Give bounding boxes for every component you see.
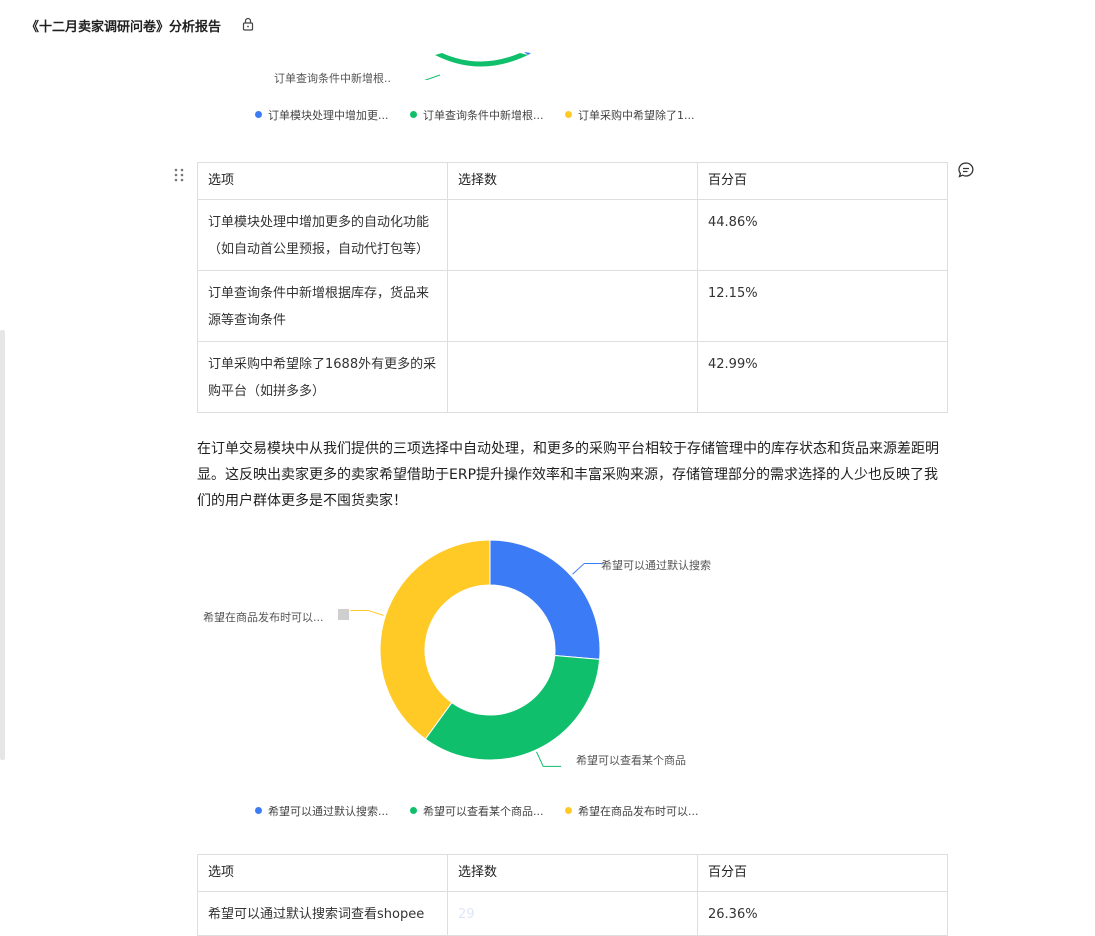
percent-cell: 12.15%	[697, 270, 948, 342]
legend-item[interactable]: 希望可以查看某个商品...	[410, 805, 544, 818]
legend-dot-icon	[565, 111, 572, 118]
lock-icon[interactable]	[241, 17, 255, 31]
legend-dot-icon	[255, 111, 262, 118]
table-row: 希望可以通过默认搜索词查看shopee 29 26.36%	[197, 891, 948, 936]
count-cell	[447, 199, 698, 271]
table-row: 订单采购中希望除了1688外有更多的采购平台（如拼多多） 42.99%	[197, 341, 948, 413]
chart1-callout-label: 订单查询条件中新增根..	[274, 72, 391, 85]
slice-callout-label: 希望在商品发布时可以...	[203, 611, 324, 624]
option-cell: 希望可以通过默认搜索词查看shopee	[197, 891, 448, 936]
legend-item[interactable]: 订单采购中希望除了1...	[565, 109, 695, 122]
donut-slice[interactable]	[424, 655, 601, 761]
leader-line	[572, 562, 603, 575]
slice-marker-icon	[338, 609, 349, 620]
legend-label: 订单采购中希望除了1...	[578, 109, 695, 122]
comment-icon[interactable]	[957, 161, 975, 179]
legend-item[interactable]: 希望可以通过默认搜索...	[255, 805, 389, 818]
header-cell-option: 选项	[197, 854, 448, 892]
count-cell: 29	[447, 891, 698, 936]
table-header-row: 选项 选择数 百分百	[197, 854, 948, 892]
top-bar: 《十二月卖家调研问卷》分析报告	[0, 0, 1095, 52]
legend-item[interactable]: 订单查询条件中新增根...	[410, 109, 544, 122]
option-cell: 订单查询条件中新增根据库存，货品来源等查询条件	[197, 270, 448, 342]
table-row: 订单查询条件中新增根据库存，货品来源等查询条件 12.15%	[197, 270, 948, 342]
slice-callout-label: 希望可以通过默认搜索	[601, 559, 711, 572]
header-cell-percent: 百分百	[697, 162, 948, 200]
document-title: 《十二月卖家调研问卷》分析报告	[26, 20, 222, 35]
legend-label: 订单模块处理中增加更...	[268, 109, 389, 122]
legend-item[interactable]: 希望在商品发布时可以...	[565, 805, 699, 818]
percent-cell: 44.86%	[697, 199, 948, 271]
legend-label: 希望可以查看某个商品...	[423, 805, 544, 818]
legend-dot-icon	[255, 807, 262, 814]
scrollbar[interactable]	[0, 330, 5, 760]
analysis-paragraph: 在订单交易模块中从我们提供的三项选择中自动处理，和更多的采购平台相较于存储管理中…	[197, 441, 939, 509]
table-header-row: 选项 选择数 百分百	[197, 162, 948, 200]
legend-label: 订单查询条件中新增根...	[423, 109, 544, 122]
option-cell: 订单模块处理中增加更多的自动化功能（如自动首公里预报，自动代打包等）	[197, 199, 448, 271]
chart1-legend: 订单模块处理中增加更... 订单查询条件中新增根... 订单采购中希望除了1..…	[255, 107, 695, 123]
percent-cell: 26.36%	[697, 891, 948, 936]
legend-item[interactable]: 订单模块处理中增加更...	[255, 109, 389, 122]
header-cell-count: 选择数	[447, 162, 698, 200]
header-cell-count: 选择数	[447, 854, 698, 892]
donut-slice[interactable]	[489, 539, 601, 660]
legend-label: 希望在商品发布时可以...	[578, 805, 699, 818]
header-cell-option: 选项	[197, 162, 448, 200]
percent-cell: 42.99%	[697, 341, 948, 413]
leader-line	[536, 751, 562, 767]
slice-callout-label: 希望可以查看某个商品	[576, 754, 686, 767]
legend-dot-icon	[565, 807, 572, 814]
leader-line	[350, 609, 384, 616]
survey-table-2: 选项 选择数 百分百 希望可以通过默认搜索词查看shopee 29 26.36%	[197, 854, 948, 936]
count-cell	[447, 341, 698, 413]
option-cell: 订单采购中希望除了1688外有更多的采购平台（如拼多多）	[197, 341, 448, 413]
donut-slice[interactable]	[379, 539, 491, 740]
table-row: 订单模块处理中增加更多的自动化功能（如自动首公里预报，自动代打包等） 44.86…	[197, 199, 948, 271]
count-cell	[447, 270, 698, 342]
drag-handle-icon[interactable]	[173, 167, 185, 183]
chart2-legend: 希望可以通过默认搜索... 希望可以查看某个商品... 希望在商品发布时可以..…	[255, 803, 699, 819]
donut-chart	[350, 539, 603, 767]
header-cell-percent: 百分百	[697, 854, 948, 892]
legend-label: 希望可以通过默认搜索...	[268, 805, 389, 818]
legend-dot-icon	[410, 807, 417, 814]
legend-dot-icon	[410, 111, 417, 118]
survey-table-1: 选项 选择数 百分百 订单模块处理中增加更多的自动化功能（如自动首公里预报，自动…	[197, 162, 948, 413]
